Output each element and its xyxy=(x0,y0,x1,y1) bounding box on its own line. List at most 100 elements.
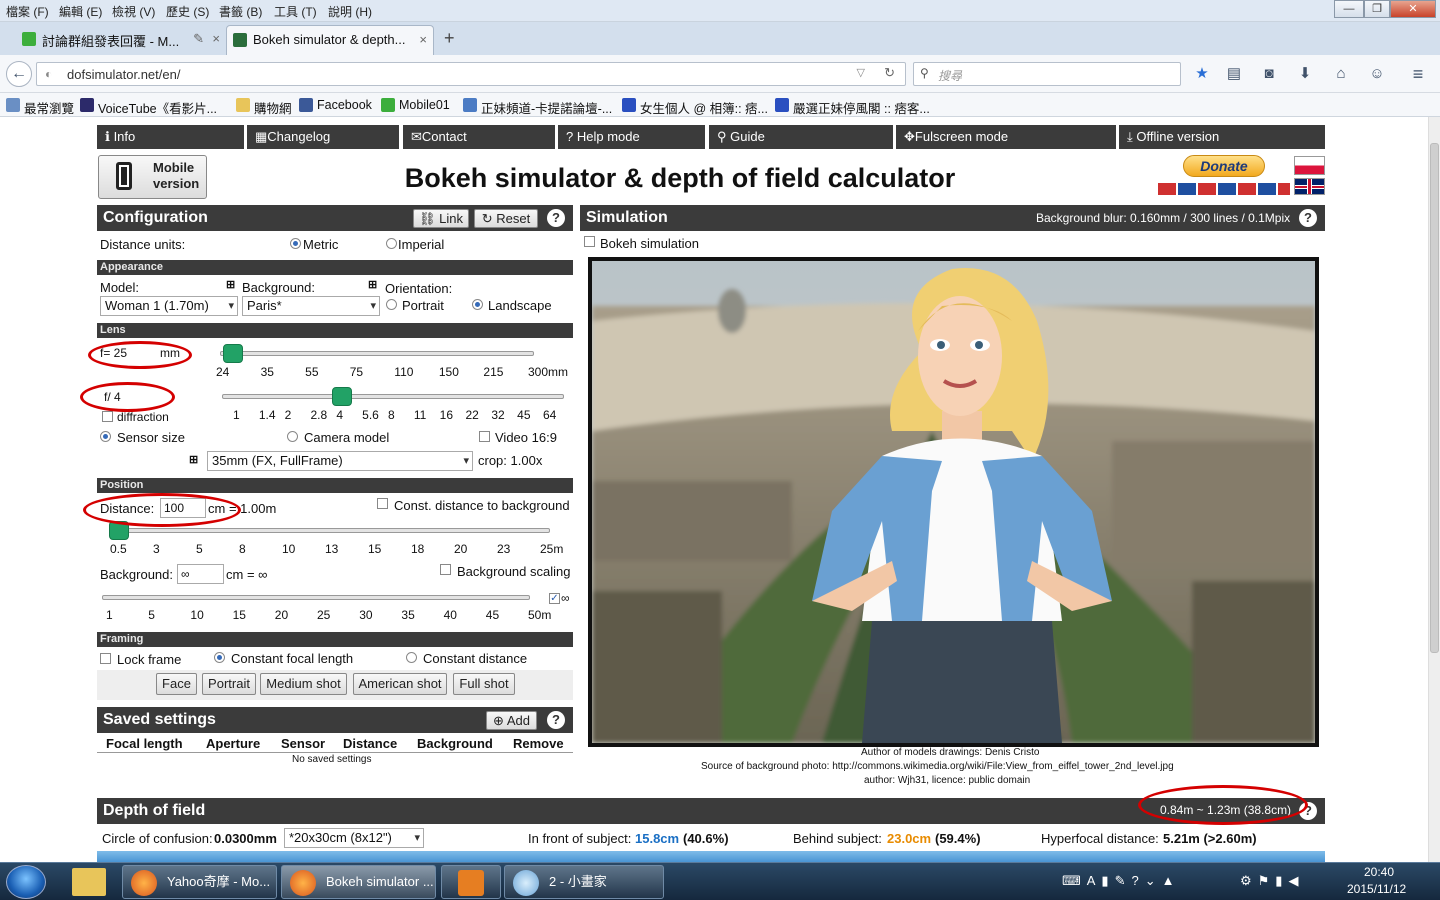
page-scrollbar[interactable] xyxy=(1428,117,1440,862)
url-bar[interactable]: ◐ dofsimulator.net/en/ ▽ ↻ xyxy=(36,62,906,86)
menu-tools[interactable]: 工具 (T) xyxy=(274,3,317,20)
nav-contact[interactable]: ✉Contact xyxy=(403,125,555,149)
grid-icon[interactable]: ⊞ xyxy=(189,454,201,466)
background-select[interactable]: Paris* xyxy=(242,296,380,316)
menu-edit[interactable]: 編輯 (E) xyxy=(59,3,102,20)
close-tab-icon[interactable]: × xyxy=(212,31,220,46)
task-yahoo[interactable]: Yahoo奇摩 - Mo... xyxy=(122,865,277,899)
menu-history[interactable]: 歷史 (S) xyxy=(166,3,209,20)
start-button[interactable] xyxy=(6,865,46,899)
link-button[interactable]: ⛓ Link xyxy=(413,209,469,228)
reading-list-icon[interactable]: ▤ xyxy=(1225,65,1243,83)
polish-flag-icon[interactable] xyxy=(1294,156,1325,175)
maximize-button[interactable]: ❐ xyxy=(1364,0,1390,18)
nav-help-mode[interactable]: ? Help mode xyxy=(558,125,705,149)
chat-icon[interactable]: ☺ xyxy=(1368,65,1386,83)
bg-slider-track[interactable] xyxy=(102,595,530,600)
help-icon[interactable]: ? xyxy=(547,711,565,729)
medium-shot-button[interactable]: Medium shot xyxy=(260,673,347,695)
bookmark-item[interactable]: 女生個人 @ 相簿:: 痞... xyxy=(622,98,768,117)
const-distance-checkbox[interactable] xyxy=(377,498,388,509)
framing-header: Framing xyxy=(97,632,573,647)
menu-hamburger-icon[interactable]: ≡ xyxy=(1409,65,1427,83)
aperture-slider-track[interactable] xyxy=(222,394,564,399)
help-icon[interactable]: ? xyxy=(547,209,565,227)
grid-icon[interactable]: ⊞ xyxy=(226,279,238,291)
bookmark-item[interactable]: 正妹頻道-卡提諾論壇-... xyxy=(463,98,612,117)
nav-guide[interactable]: ⚲ Guide xyxy=(709,125,893,149)
const-dist-radio[interactable] xyxy=(406,652,417,663)
file-explorer-icon[interactable] xyxy=(72,868,106,896)
bg-scaling-checkbox[interactable] xyxy=(440,564,451,575)
help-icon[interactable]: ? xyxy=(1299,209,1317,227)
diffraction-checkbox[interactable] xyxy=(102,411,113,422)
donate-button[interactable]: Donate xyxy=(1183,155,1265,177)
camera-model-radio[interactable] xyxy=(287,431,298,442)
menu-view[interactable]: 檢視 (V) xyxy=(112,3,155,20)
minimize-button[interactable]: — xyxy=(1334,0,1364,18)
coc-select[interactable]: *20x30cm (8x12") xyxy=(284,828,424,848)
scrollbar-thumb[interactable] xyxy=(1430,143,1439,653)
pocket-icon[interactable]: ◙ xyxy=(1260,65,1278,83)
mobile-version-button[interactable]: Mobile version xyxy=(98,155,207,199)
sensor-size-radio[interactable] xyxy=(100,431,111,442)
add-button[interactable]: ⊕ Add xyxy=(486,711,537,730)
back-icon[interactable]: ← xyxy=(6,61,32,87)
task-media-player[interactable] xyxy=(441,865,501,899)
menu-file[interactable]: 檔案 (F) xyxy=(6,3,49,20)
imperial-radio[interactable] xyxy=(386,238,397,249)
close-tab-icon[interactable]: × xyxy=(419,32,427,47)
bookmark-item[interactable]: Mobile01 xyxy=(381,98,450,112)
bookmark-item[interactable]: 最常瀏覽 xyxy=(6,98,74,117)
portrait-shot-button[interactable]: Portrait xyxy=(202,673,256,695)
english-flag-icon[interactable] xyxy=(1294,178,1325,195)
model-select[interactable]: Woman 1 (1.70m) xyxy=(100,296,238,316)
home-icon[interactable]: ⌂ xyxy=(1332,65,1350,83)
task-bokeh[interactable]: Bokeh simulator ... xyxy=(281,865,436,899)
sensor-select[interactable]: 35mm (FX, FullFrame) xyxy=(207,451,473,471)
bookmark-item[interactable]: VoiceTube《看影片... xyxy=(80,98,217,117)
full-shot-button[interactable]: Full shot xyxy=(453,673,515,695)
simulation-viewport[interactable] xyxy=(588,257,1319,747)
tray-icons[interactable]: ⌨A▮✎?⌄▲ xyxy=(1062,873,1242,891)
bg-infinity-checkbox[interactable]: ✓ xyxy=(549,593,560,604)
nav-info[interactable]: ℹ Info xyxy=(97,125,244,149)
bookmark-star-icon[interactable]: ★ xyxy=(1193,65,1211,83)
tab-forum[interactable]: 討論群組發表回覆 - M... ✎ × xyxy=(16,25,226,55)
bookmark-item[interactable]: Facebook xyxy=(299,98,372,112)
search-input[interactable]: ⚲ 搜尋 xyxy=(913,62,1181,86)
nav-fullscreen[interactable]: ✥Fulscreen mode xyxy=(896,125,1116,149)
focal-slider-handle[interactable] xyxy=(222,344,243,363)
bookmark-item[interactable]: 購物網 xyxy=(236,98,292,117)
downloads-icon[interactable]: ⬇ xyxy=(1296,65,1314,83)
grid-icon[interactable]: ⊞ xyxy=(368,279,380,291)
portrait-radio[interactable] xyxy=(386,299,397,310)
menu-help[interactable]: 說明 (H) xyxy=(328,3,372,20)
lock-frame-checkbox[interactable] xyxy=(100,653,111,664)
distance-slider-track[interactable] xyxy=(110,528,550,533)
menu-bookmarks[interactable]: 書籤 (B) xyxy=(219,3,262,20)
nav-offline[interactable]: ⤓ Offline version xyxy=(1119,125,1325,149)
new-tab-icon[interactable]: + xyxy=(444,28,455,49)
reload-icon[interactable]: ↻ xyxy=(884,65,895,81)
video-checkbox[interactable] xyxy=(479,431,490,442)
aperture-slider-handle[interactable] xyxy=(331,387,352,406)
bokeh-checkbox[interactable] xyxy=(584,236,595,247)
metric-radio[interactable] xyxy=(290,238,301,249)
task-paint[interactable]: 2 - 小畫家 xyxy=(504,865,664,899)
close-window-button[interactable]: ✕ xyxy=(1390,0,1436,18)
face-shot-button[interactable]: Face xyxy=(156,673,197,695)
nav-changelog[interactable]: ▦Changelog xyxy=(247,125,399,149)
tab-bokeh[interactable]: Bokeh simulator & depth... × xyxy=(226,25,434,55)
reset-button[interactable]: ↻ Reset xyxy=(474,209,538,228)
tick-label: 1.4 xyxy=(258,408,276,422)
focal-slider-track[interactable] xyxy=(220,351,534,356)
bookmark-item[interactable]: 嚴選正妹停風閣 :: 痞客... xyxy=(775,98,930,117)
const-focal-radio[interactable] xyxy=(214,652,225,663)
dropdown-icon[interactable]: ▽ xyxy=(857,66,865,79)
pin-icon: ⚲ xyxy=(717,129,731,144)
system-tray-status-icons[interactable]: ⚙⚑▮◀ xyxy=(1240,873,1330,891)
bg-distance-input[interactable]: ∞ xyxy=(177,564,224,584)
american-shot-button[interactable]: American shot xyxy=(353,673,447,695)
landscape-radio[interactable] xyxy=(472,299,483,310)
